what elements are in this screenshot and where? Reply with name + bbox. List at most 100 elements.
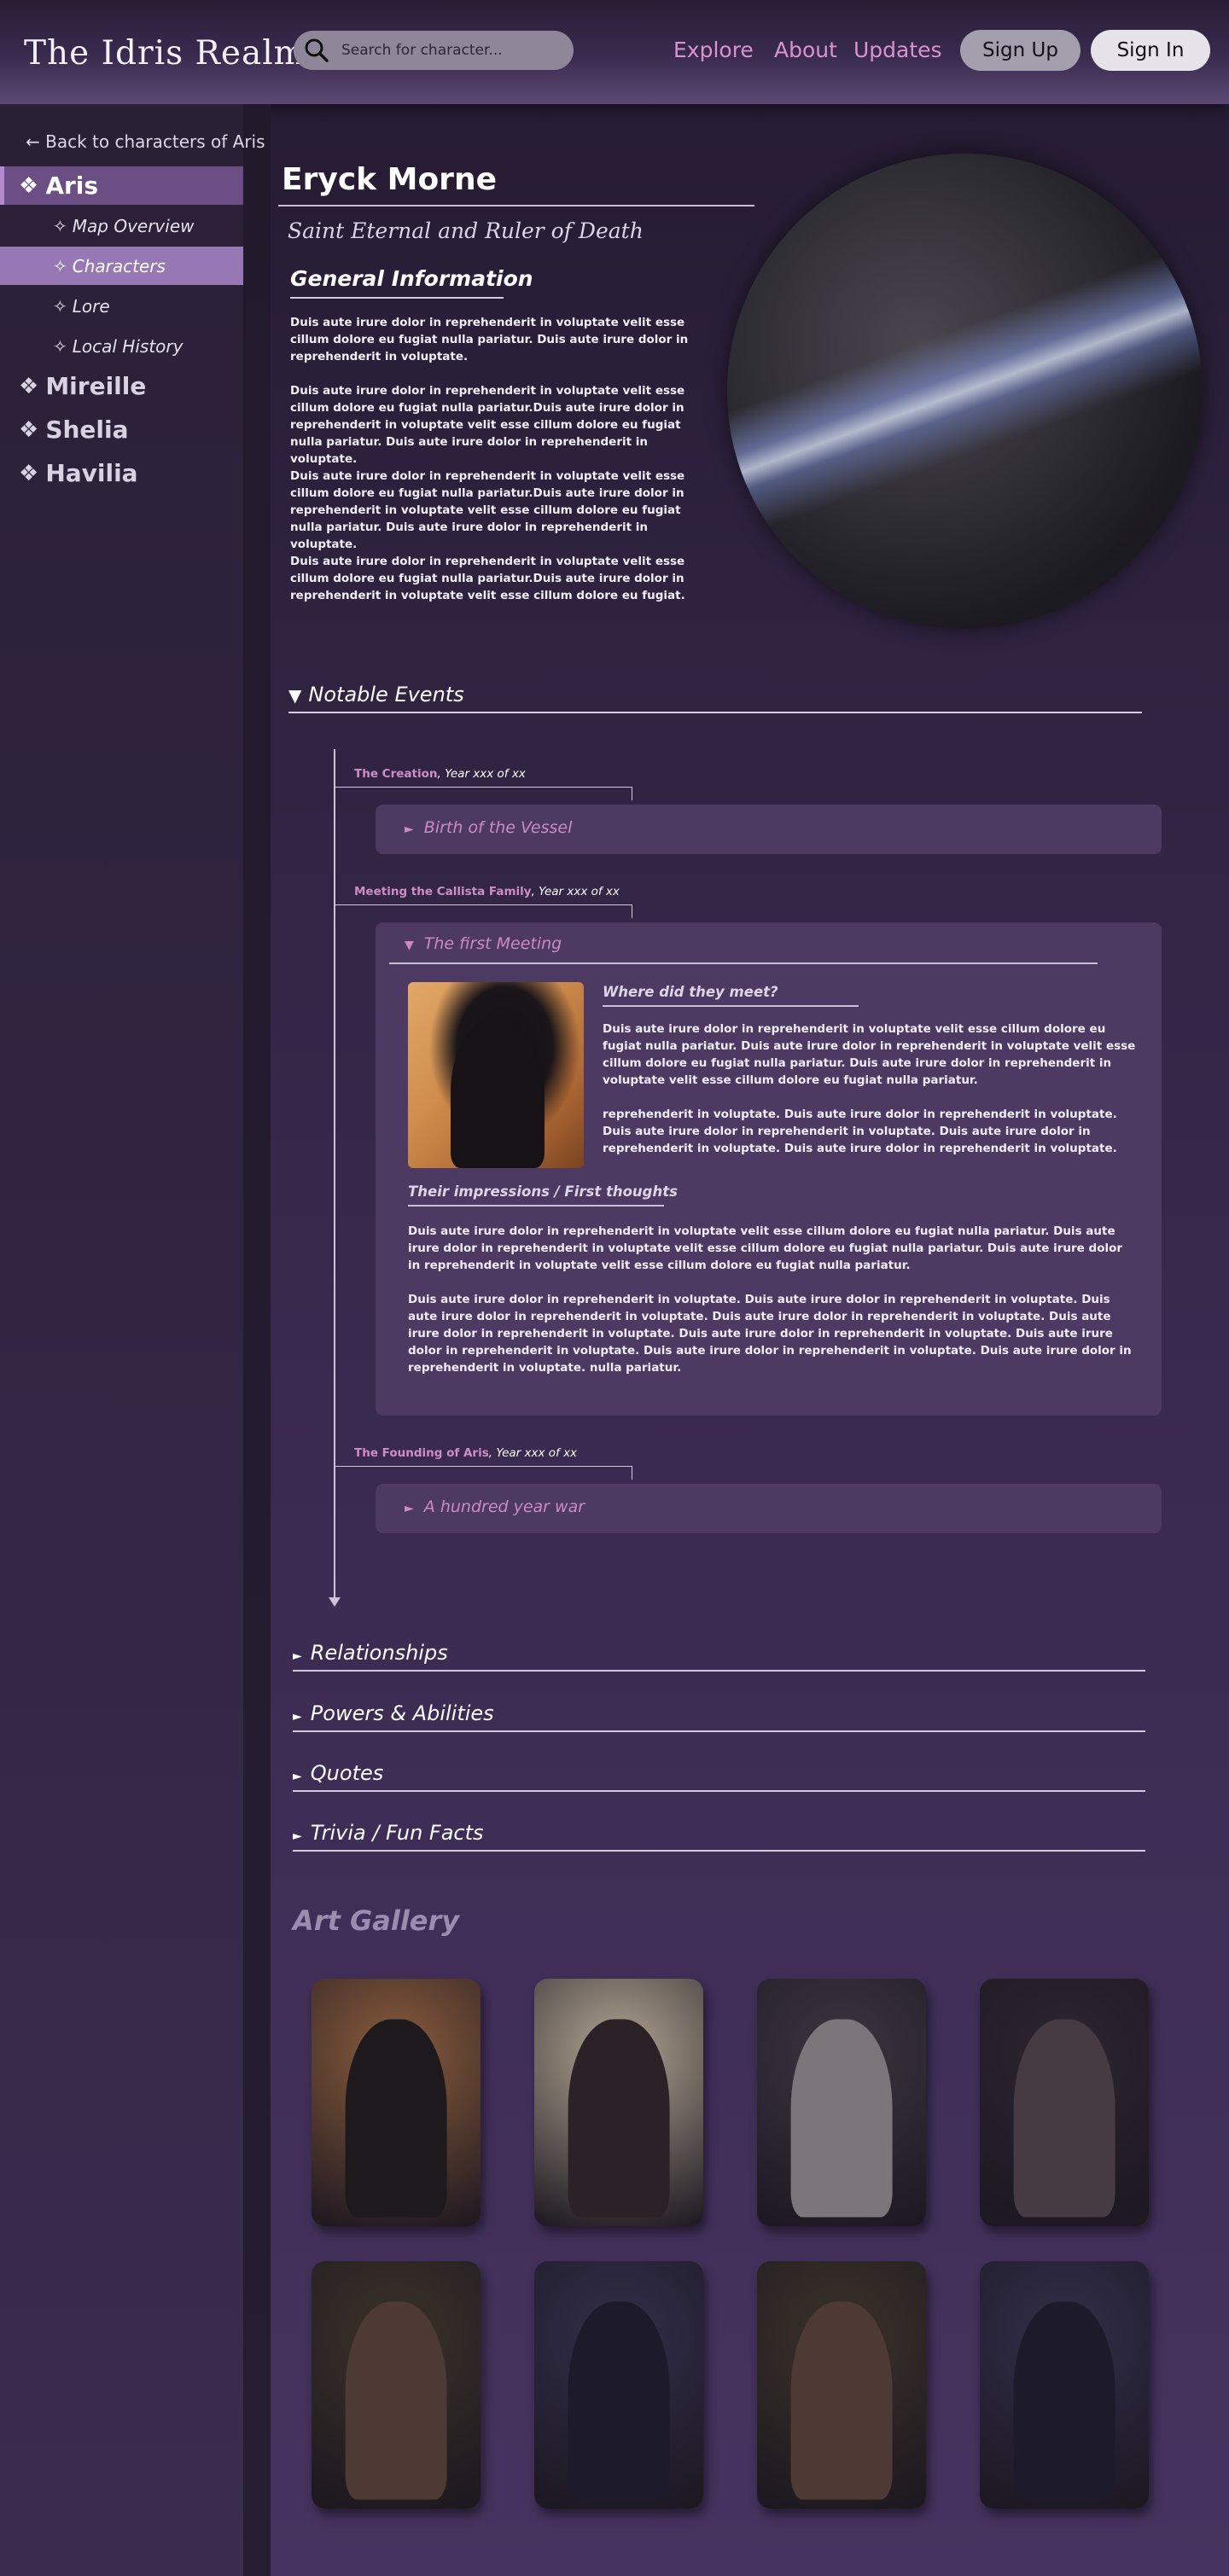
event-card-title: A hundred year war [423,1497,585,1516]
event-card-birth-of-the-vessel[interactable]: ► Birth of the Vessel [376,805,1162,854]
gallery-artwork[interactable] [312,2261,481,2509]
section-label: Relationships [310,1641,448,1665]
event-name: The Founding of Aris [354,1446,489,1460]
sidebar-region-mireille[interactable]: ❖ Mireille [0,367,243,405]
triangle-down-icon: ▼ [288,685,302,706]
sidebar-region-aris[interactable]: ❖ Aris [0,166,243,205]
sparkle-icon: ✧ [53,215,67,236]
gallery-artwork[interactable] [312,1979,481,2226]
section-label: Powers & Abilities [310,1701,494,1725]
event-card-title: Birth of the Vessel [423,818,573,837]
sidebar-divider [243,104,271,2576]
sidebar-item-label: Lore [72,295,110,317]
search-bar[interactable] [294,31,574,70]
event-card-hundred-year-war[interactable]: ► A hundred year war [376,1484,1162,1533]
quotes-toggle[interactable]: ► Quotes [293,1761,383,1785]
sidebar-item-map-overview[interactable]: ✧ Map Overview [0,206,243,245]
event-year: , Year xxx of xx [488,1446,578,1460]
notable-events-underline [288,712,1142,713]
triangle-right-icon: ► [405,823,414,836]
event-card-toggle[interactable]: ► Birth of the Vessel [405,818,572,837]
sign-up-button[interactable]: Sign Up [960,30,1080,71]
artwork-figure [345,2019,447,2218]
sidebar-item-lore[interactable]: ✧ Lore [0,287,243,325]
impressions-paragraph: Duis aute irure dolor in reprehenderit i… [408,1224,1123,1272]
meeting-illustration [408,982,584,1168]
event-label-creation: The Creation, Year xxx of xx [354,767,526,781]
search-input[interactable] [341,42,555,59]
section-divider [293,1670,1145,1672]
event-label-meeting: Meeting the Callista Family, Year xxx of… [354,885,620,898]
event-connector [334,1466,632,1480]
impressions-heading: Their impressions / First thoughts [408,1183,678,1200]
diamond-cluster-icon: ❖ [19,373,39,399]
notable-events-heading: Notable Events [308,683,464,707]
sidebar-item-local-history[interactable]: ✧ Local History [0,327,243,365]
general-information-underline [290,297,504,299]
impressions-paragraph: Duis aute irure dolor in reprehenderit i… [408,1293,1132,1375]
triangle-down-icon: ▼ [405,939,414,952]
character-portrait [727,154,1203,629]
gallery-artwork[interactable] [757,1979,926,2226]
trivia-toggle[interactable]: ► Trivia / Fun Facts [293,1821,484,1845]
sidebar-region-label: Aris [45,172,99,200]
gallery-artwork[interactable] [980,2261,1149,2509]
powers-abilities-toggle[interactable]: ► Powers & Abilities [293,1701,494,1725]
section-divider [293,1790,1145,1792]
sidebar-region-havilia[interactable]: ❖ Havilia [0,454,243,492]
sidebar-item-label: Characters [72,255,166,276]
section-label: Quotes [310,1761,384,1785]
sparkle-icon: ✧ [53,255,67,276]
artwork-figure [1013,2019,1115,2218]
gallery-artwork[interactable] [757,2261,926,2509]
section-divider [293,1730,1145,1732]
section-divider [293,1850,1145,1852]
event-name: Meeting the Callista Family [354,885,532,898]
artwork-figure [790,2301,893,2500]
meeting-paragraph: Duis aute irure dolor in reprehenderit i… [603,1022,1136,1087]
event-label-founding: The Founding of Aris, Year xxx of xx [354,1446,577,1460]
artwork-figure [568,2019,670,2218]
section-label: Trivia / Fun Facts [310,1821,484,1845]
search-icon [305,38,329,62]
event-connector [334,787,632,800]
general-info-paragraph: Duis aute irure dolor in reprehenderit i… [290,384,685,466]
sidebar-item-characters[interactable]: ✧ Characters [0,247,243,285]
sidebar-region-shelia[interactable]: ❖ Shelia [0,410,243,449]
gallery-artwork[interactable] [534,1979,703,2226]
general-info-paragraph: Duis aute irure dolor in reprehenderit i… [290,469,685,551]
event-year: , Year xxx of xx [437,767,526,781]
back-to-characters-link[interactable]: ← Back to characters of Aris [26,131,265,152]
triangle-right-icon: ► [293,1770,302,1783]
general-info-paragraph: Duis aute irure dolor in reprehenderit i… [290,555,685,602]
notable-events-toggle[interactable]: ▼ Notable Events [288,683,464,707]
timeline-arrow-icon [329,1597,341,1607]
nav-updates[interactable]: Updates [853,38,942,62]
site-logo[interactable]: The Idris Realm [24,34,306,73]
character-title: Saint Eternal and Ruler of Death [288,218,644,243]
sidebar-region-label: Havilia [45,459,138,487]
sign-in-button[interactable]: Sign In [1091,30,1210,71]
gallery-artwork[interactable] [980,1979,1149,2226]
artwork-figure [568,2301,670,2500]
event-connector [334,904,632,918]
top-header: The Idris Realm Explore About Updates Si… [0,0,1229,104]
event-year: , Year xxx of xx [531,885,620,898]
nav-explore[interactable]: Explore [673,38,754,62]
triangle-right-icon: ► [405,1502,414,1515]
card-title-underline [389,962,1098,964]
nav-about[interactable]: About [774,38,837,62]
where-did-they-meet-heading: Where did they meet? [603,984,778,1000]
triangle-right-icon: ► [293,1710,302,1724]
sidebar-item-label: Map Overview [72,215,195,236]
sidebar-item-label: Local History [72,335,183,357]
event-card-toggle[interactable]: ► A hundred year war [405,1497,585,1516]
sparkle-icon: ✧ [53,295,67,317]
gallery-artwork[interactable] [534,2261,703,2509]
title-divider [278,205,754,206]
character-name: Eryck Morne [282,162,497,197]
general-information-heading: General Information [290,266,533,291]
event-card-toggle[interactable]: ▼ The first Meeting [405,934,562,953]
diamond-cluster-icon: ❖ [19,416,39,443]
relationships-toggle[interactable]: ► Relationships [293,1641,448,1665]
